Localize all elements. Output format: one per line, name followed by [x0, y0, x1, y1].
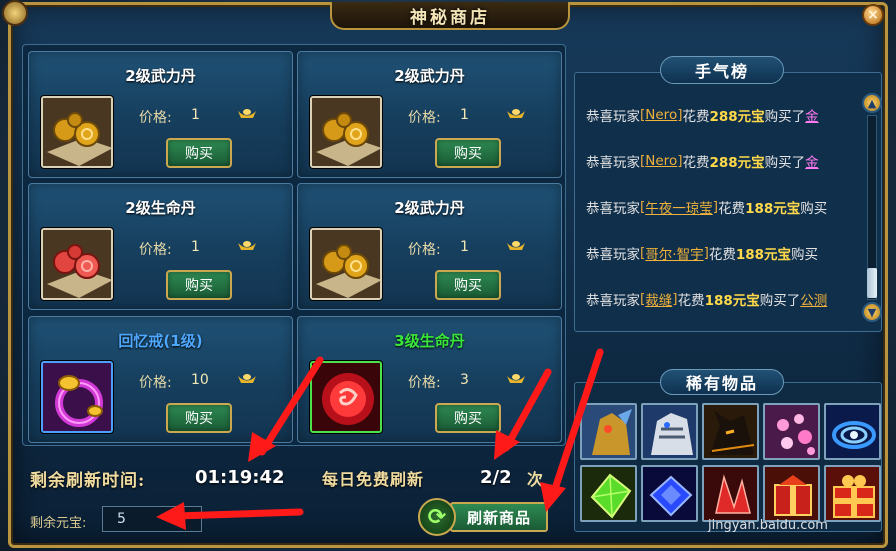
refresh-icon: ⟳ [418, 498, 456, 536]
mystery-shop-scene: 神秘商店 × 2级武力丹 价格: 1 购买 2级武力丹 价格: 1 购买 2级生… [0, 0, 896, 551]
annotation-arrows [156, 348, 604, 530]
